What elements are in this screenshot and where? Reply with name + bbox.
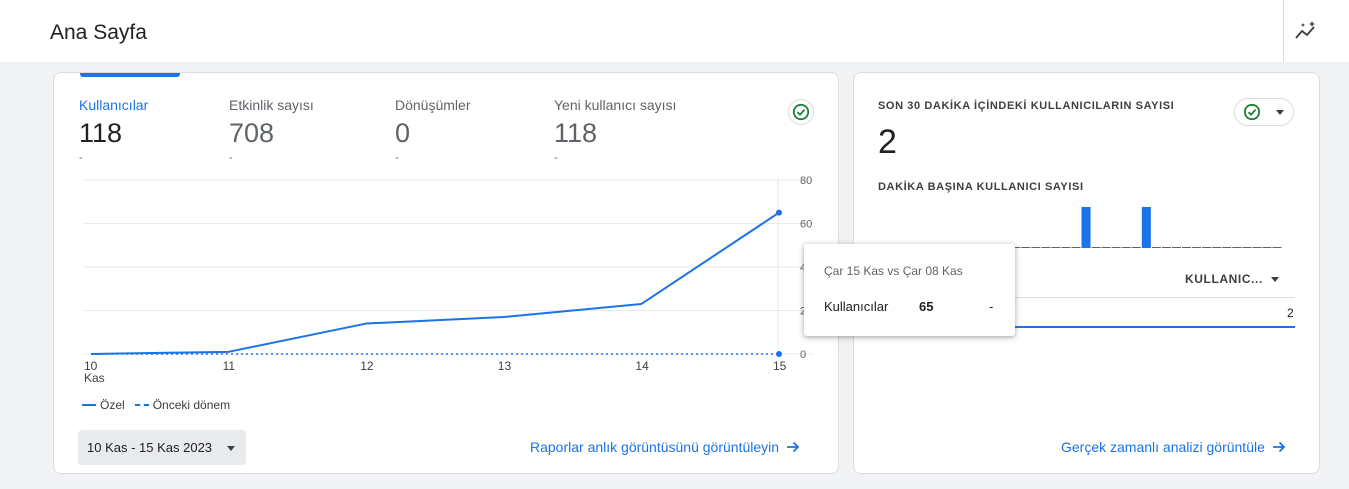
arrow-right-icon: [1272, 440, 1286, 454]
minute-bar: [1061, 247, 1071, 248]
x-tick-label: 13: [498, 359, 512, 373]
series-point: [776, 351, 782, 357]
legend-label-current: Özel: [100, 398, 125, 412]
minute-bar: [1151, 247, 1161, 248]
y-tick-label: 60: [800, 219, 812, 231]
minute-bar: [1141, 207, 1151, 248]
minute-bar: [1272, 247, 1282, 248]
per-minute-bar-chart: [880, 207, 1282, 248]
minute-bar: [1202, 247, 1212, 248]
tooltip-metric-change: -: [989, 299, 994, 314]
table-row-value: 2: [1287, 306, 1294, 320]
minute-bar: [1262, 247, 1272, 248]
tooltip-metric-value: 65: [919, 299, 934, 314]
realtime-column-header-label: KULLANIC...: [1185, 272, 1263, 286]
chart-tooltip: Çar 15 Kas vs Çar 08 Kas Kullanıcılar 65…: [804, 244, 1015, 336]
series-line-current: [90, 211, 780, 355]
minute-bar: [1111, 247, 1121, 248]
minute-bar: [1192, 247, 1202, 248]
caret-down-icon: [227, 446, 235, 451]
date-range-dropdown[interactable]: 10 Kas - 15 Kas 2023: [78, 430, 246, 465]
minute-bar: [1031, 247, 1041, 248]
tooltip-title: Çar 15 Kas vs Çar 08 Kas: [824, 264, 963, 278]
legend-label-previous: Önceki dönem: [152, 398, 231, 412]
minute-bar: [1182, 247, 1192, 248]
minute-bar: [1242, 247, 1252, 248]
arrow-right-icon: [786, 440, 800, 454]
tooltip-metric-label: Kullanıcılar: [824, 299, 889, 314]
top-bar: Ana Sayfa: [0, 0, 1349, 62]
y-tick-label: 0: [800, 349, 806, 361]
minute-bar: [1121, 247, 1131, 248]
minute-bar: [1222, 247, 1232, 248]
date-range-label: 10 Kas - 15 Kas 2023: [87, 440, 213, 455]
insights-sparkle-icon: [1295, 21, 1316, 39]
users-line-chart: 020406080101112131415Kas: [83, 175, 814, 385]
page-title: Ana Sayfa: [50, 21, 147, 44]
chart-legend: Özel Önceki dönem: [82, 398, 230, 412]
minute-bar: [1171, 247, 1181, 248]
insights-button[interactable]: [1293, 18, 1319, 44]
legend-swatch-previous: [134, 404, 149, 406]
minute-bar: [1232, 247, 1242, 248]
minute-bar: [1212, 247, 1222, 248]
minute-bar: [1131, 247, 1141, 248]
view-reports-snapshot-link[interactable]: Raporlar anlık görüntüsünü görüntüleyin: [530, 439, 800, 455]
view-reports-snapshot-label: Raporlar anlık görüntüsünü görüntüleyin: [530, 439, 780, 455]
minute-bar: [1161, 247, 1171, 248]
x-tick-label: 14: [635, 359, 649, 373]
view-realtime-label: Gerçek zamanlı analizi görüntüle: [1061, 439, 1265, 455]
minute-bar: [1101, 247, 1111, 248]
minute-bar: [1051, 247, 1061, 248]
minute-bar: [1021, 247, 1031, 248]
view-realtime-link[interactable]: Gerçek zamanlı analizi görüntüle: [1061, 439, 1286, 455]
x-tick-sublabel: Kas: [84, 371, 105, 385]
minute-bar: [1081, 207, 1091, 248]
minute-bar: [1071, 247, 1081, 248]
minute-bar: [1091, 247, 1101, 248]
x-tick-label: 11: [223, 359, 236, 373]
minute-bar: [1252, 247, 1262, 248]
series-point: [776, 209, 782, 216]
x-tick-label: 15: [773, 359, 787, 373]
legend-swatch-current: [82, 404, 96, 406]
caret-down-icon: [1270, 277, 1279, 283]
topbar-divider: [1283, 0, 1284, 62]
x-tick-label: 12: [360, 359, 374, 373]
realtime-column-header[interactable]: KULLANIC...: [1185, 272, 1279, 286]
y-tick-label: 80: [800, 175, 812, 187]
overview-card: Kullanıcılar 118 - Etkinlik sayısı 708 -…: [53, 72, 839, 474]
minute-bar: [1041, 247, 1051, 248]
